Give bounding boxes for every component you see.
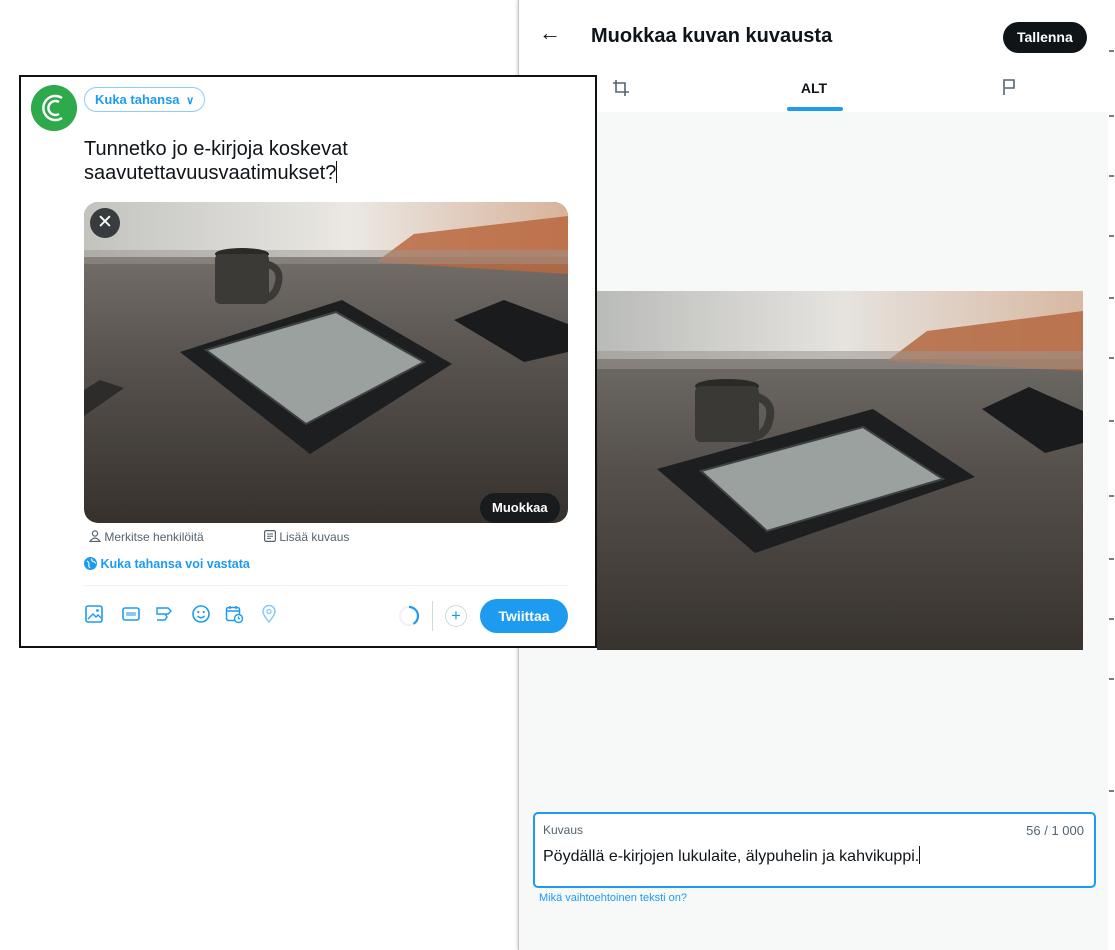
save-button[interactable]: Tallenna [1003, 22, 1087, 53]
timeline-fragment [1109, 115, 1114, 117]
description-label: Kuvaus [543, 823, 584, 837]
timeline-fragment [1109, 297, 1114, 299]
arrow-left-icon: ← [539, 20, 561, 45]
character-count: 56 / 1 000 [1026, 823, 1084, 838]
description-value: Pöydällä e-kirjojen lukulaite, älypuheli… [543, 848, 920, 865]
emoji-button[interactable] [191, 604, 211, 624]
add-description-link[interactable]: Lisää kuvaus [264, 530, 349, 544]
media-button[interactable] [84, 604, 104, 624]
tag-people-link[interactable]: Merkitse henkilöitä [88, 530, 204, 544]
timeline-fragment [1109, 420, 1114, 422]
timeline-fragment [1109, 678, 1114, 680]
audience-label: Kuka tahansa [95, 92, 180, 107]
schedule-icon [225, 606, 244, 624]
list-icon [264, 530, 277, 543]
modal-title: Muokkaa kuvan kuvausta [591, 25, 833, 47]
attached-image: ✕ Muokkaa [84, 202, 568, 523]
chevron-down-icon: ∨ [186, 95, 195, 107]
gif-button[interactable] [121, 604, 141, 624]
back-button[interactable]: ← [535, 18, 565, 48]
flag-icon [1003, 79, 1015, 95]
emoji-icon [192, 605, 210, 623]
modal-header: ← Muokkaa kuvan kuvausta Tallenna ALT [519, 0, 1108, 112]
reply-setting-button[interactable]: Kuka tahansa voi vastata [84, 557, 250, 571]
character-progress-ring [398, 605, 420, 627]
person-icon [88, 530, 102, 543]
image-preview [597, 291, 1083, 650]
add-description-label: Lisää kuvaus [279, 530, 350, 544]
remove-image-button[interactable]: ✕ [90, 208, 120, 238]
poll-icon [156, 607, 172, 621]
tag-people-label: Merkitse henkilöitä [104, 530, 204, 544]
timeline-fragment [1109, 618, 1114, 620]
timeline-fragment [1109, 50, 1114, 52]
location-button[interactable] [259, 604, 279, 624]
description-input[interactable]: Pöydällä e-kirjojen lukulaite, älypuheli… [543, 846, 921, 866]
timeline-fragment [1109, 558, 1114, 560]
text-caret [919, 846, 921, 864]
toolbar-divider [84, 585, 568, 586]
location-icon [262, 604, 276, 624]
edit-description-modal: ← Muokkaa kuvan kuvausta Tallenna ALT Ku… [518, 0, 1108, 950]
reply-setting-label: Kuka tahansa voi vastata [100, 557, 250, 571]
add-tweet-button[interactable]: + [445, 605, 467, 627]
timeline-fragment [1109, 357, 1114, 359]
alt-text-help-link[interactable]: Mikä vaihtoehtoinen teksti on? [539, 892, 687, 904]
tweet-button[interactable]: Twiittaa [480, 599, 568, 633]
timeline-fragment [1109, 790, 1114, 792]
audience-selector[interactable]: Kuka tahansa ∨ [84, 87, 206, 112]
crop-icon [613, 80, 629, 96]
tweet-text-line: saavutettavuusvaatimukset? [84, 161, 338, 184]
active-tab-indicator [787, 107, 843, 111]
poll-button[interactable] [154, 604, 174, 624]
tweet-composer: Kuka tahansa ∨ Tunnetko jo e-kirjoja kos… [19, 75, 597, 648]
tweet-text-line: Tunnetko jo e-kirjoja koskevat [84, 138, 348, 160]
logo-icon [31, 85, 77, 131]
schedule-button[interactable] [224, 604, 244, 624]
timeline-fragment [1109, 495, 1114, 497]
tab-alt-label: ALT [800, 80, 828, 96]
tab-content-warning[interactable] [979, 68, 1039, 112]
description-field[interactable]: Kuvaus 56 / 1 000 Pöydällä e-kirjojen lu… [533, 812, 1096, 888]
close-icon: ✕ [97, 212, 113, 233]
avatar[interactable] [31, 85, 77, 131]
image-icon [85, 605, 103, 623]
plus-icon: + [451, 606, 461, 625]
background-timeline [1108, 0, 1115, 950]
tweet-text-input[interactable]: Tunnetko jo e-kirjoja koskevat saavutett… [84, 137, 544, 185]
toolbar-separator [432, 601, 433, 631]
tab-crop[interactable] [591, 68, 651, 112]
timeline-fragment [1109, 235, 1114, 237]
timeline-fragment [1109, 175, 1114, 177]
tab-alt[interactable]: ALT [774, 68, 854, 112]
globe-icon [84, 557, 97, 570]
gif-icon [122, 607, 140, 621]
edit-image-button[interactable]: Muokkaa [480, 493, 560, 523]
text-caret [336, 161, 338, 183]
